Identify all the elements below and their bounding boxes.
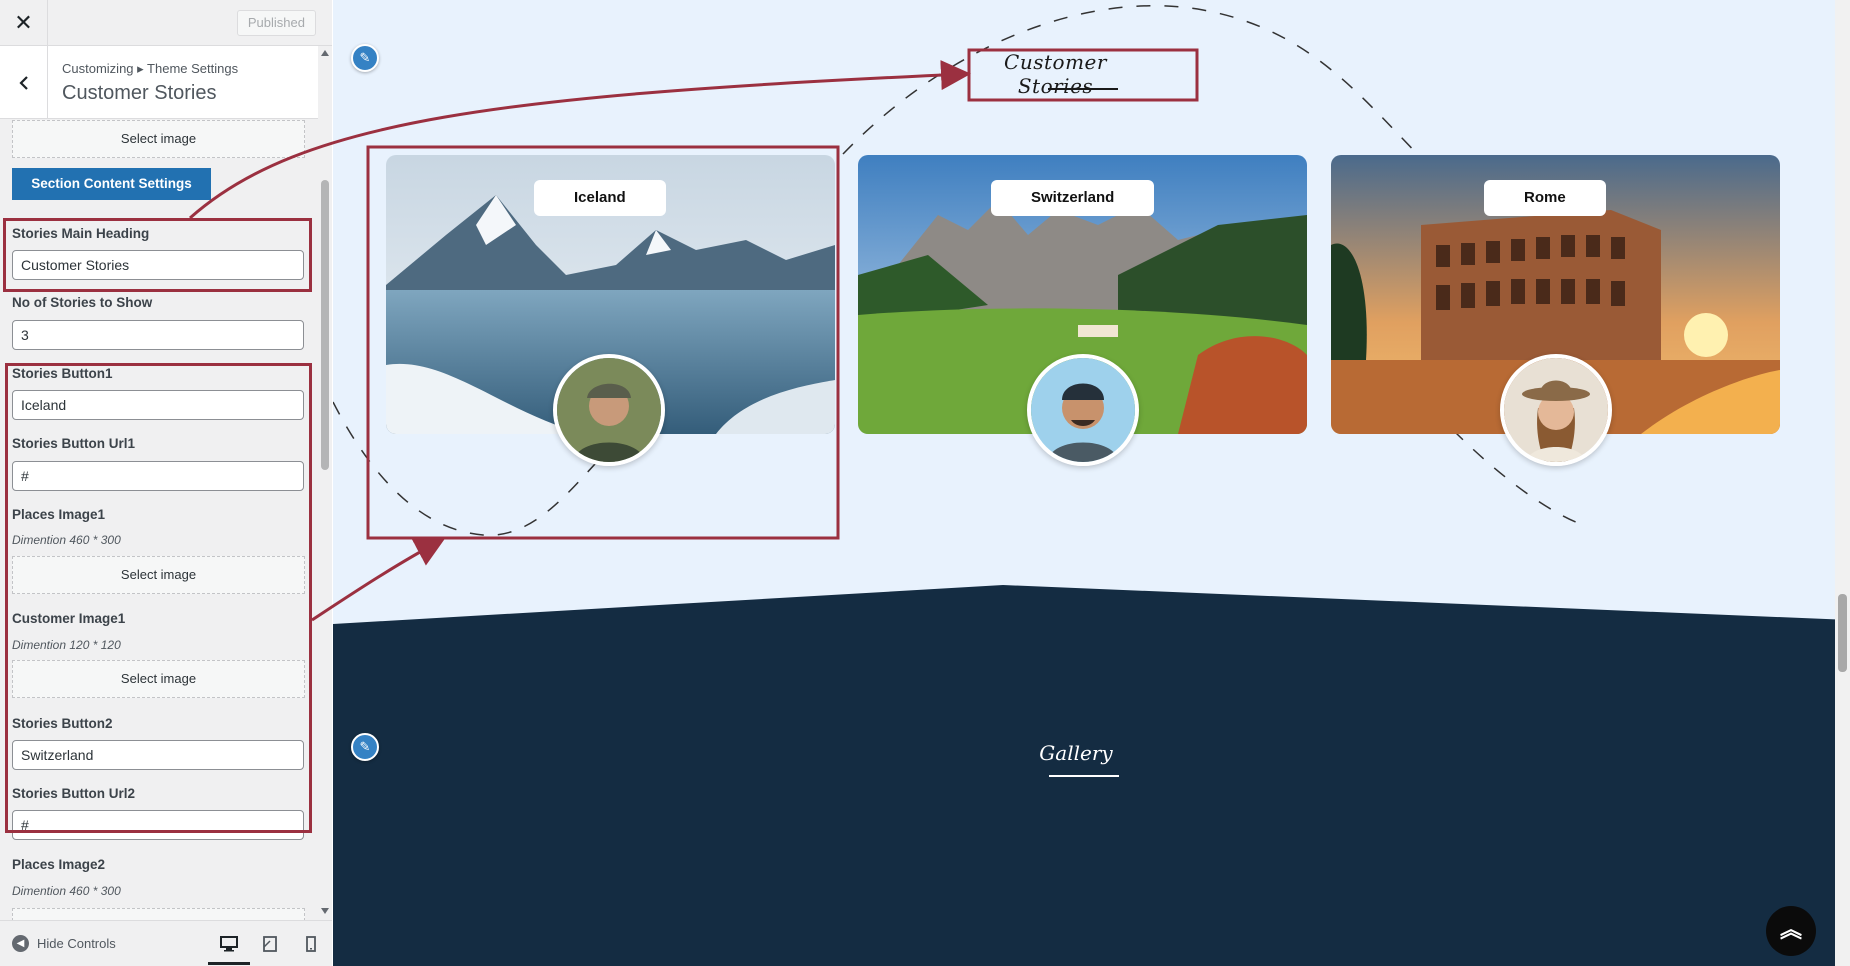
desktop-icon [220,936,238,952]
scroll-up-arrow-icon[interactable] [321,50,329,56]
tablet-icon [263,936,277,952]
customizer-sidebar: ✕ Published Customizing ▸ Theme Settings… [0,0,332,966]
section-content-settings-button[interactable]: Section Content Settings [12,168,211,200]
breadcrumb: Customizing ▸ Theme Settings [62,61,239,76]
story-button-iceland[interactable]: Iceland [534,180,666,216]
gallery-underline [1049,775,1119,777]
desktop-preview-button[interactable] [218,933,240,955]
collapse-arrow-icon: ◀ [12,935,29,952]
stories-button-url1-label: Stories Button Url1 [12,436,136,451]
stories-button2-input[interactable]: Switzerland [12,740,304,770]
no-of-stories-label: No of Stories to Show [12,295,153,310]
sidebar-scroll-thumb[interactable] [321,180,329,470]
edit-section-pencil-icon[interactable]: ✎ [351,44,379,72]
gallery-section-background [333,4,1850,966]
hide-controls-label: Hide Controls [37,936,116,951]
no-of-stories-input[interactable]: 3 [12,320,304,350]
sidebar-scrollbar[interactable] [318,46,332,920]
man-cap-avatar [553,354,665,466]
customer-image1-note: Dimention 120 * 120 [12,638,121,652]
story-button-switzerland[interactable]: Switzerland [991,180,1155,216]
published-button[interactable]: Published [236,10,316,36]
places-image2-label: Places Image2 [12,857,106,872]
preview-scroll-thumb[interactable] [1838,594,1847,672]
places-image1-note: Dimention 460 * 300 [12,533,121,547]
scroll-down-arrow-icon[interactable] [321,908,329,914]
places-image2-note: Dimention 460 * 300 [12,884,121,898]
chevron-left-icon [18,75,28,90]
customer-image1-select-button[interactable]: Select image [12,660,305,698]
man-beanie-avatar [1027,354,1139,466]
main-heading-label: Stories Main Heading [12,226,150,241]
section-title: Customer Stories [62,82,217,104]
stories-button1-label: Stories Button1 [12,366,113,381]
double-chevron-up-icon: ︽ [1779,917,1802,942]
tablet-preview-button[interactable] [259,933,281,955]
woman-hat-avatar [1500,354,1612,466]
preview-scrollbar[interactable] [1835,0,1850,966]
heading-underline [1048,88,1118,90]
controls-panel: Select image Section Content Settings St… [0,120,318,920]
stories-button1-input[interactable]: Iceland [12,390,304,420]
places-image1-label: Places Image1 [12,507,106,522]
hide-controls-button[interactable]: ◀ Hide Controls [12,935,116,952]
stories-button2-label: Stories Button2 [12,716,113,731]
story-button-rome[interactable]: Rome [1484,180,1606,216]
customizer-topbar: ✕ Published [0,0,332,46]
mobile-preview-button[interactable] [300,933,322,955]
gallery-heading: Gallery [1039,741,1113,765]
places-image2-select-button[interactable] [12,908,305,920]
close-customizer-button[interactable]: ✕ [0,0,48,46]
customizer-footer: ◀ Hide Controls [0,920,332,966]
close-icon: ✕ [14,10,33,35]
stories-button-url2-input[interactable]: # [12,810,304,840]
select-image-button[interactable]: Select image [12,120,305,158]
back-button[interactable] [0,46,48,119]
scroll-to-top-button[interactable]: ︽ [1766,906,1816,956]
site-preview: Customer Stories ✎ ✎ Iceland Switzerland… [333,0,1850,966]
edit-gallery-pencil-icon[interactable]: ✎ [351,733,379,761]
customer-stories-heading: Customer Stories [1004,50,1107,98]
places-image1-select-button[interactable]: Select image [12,556,305,594]
stories-button-url1-input[interactable]: # [12,461,304,491]
active-device-indicator [208,962,250,965]
section-header: Customizing ▸ Theme Settings Customer St… [0,46,318,119]
main-heading-input[interactable]: Customer Stories [12,250,304,280]
stories-button-url2-label: Stories Button Url2 [12,786,136,801]
mobile-icon [306,936,316,952]
customer-image1-label: Customer Image1 [12,611,126,626]
